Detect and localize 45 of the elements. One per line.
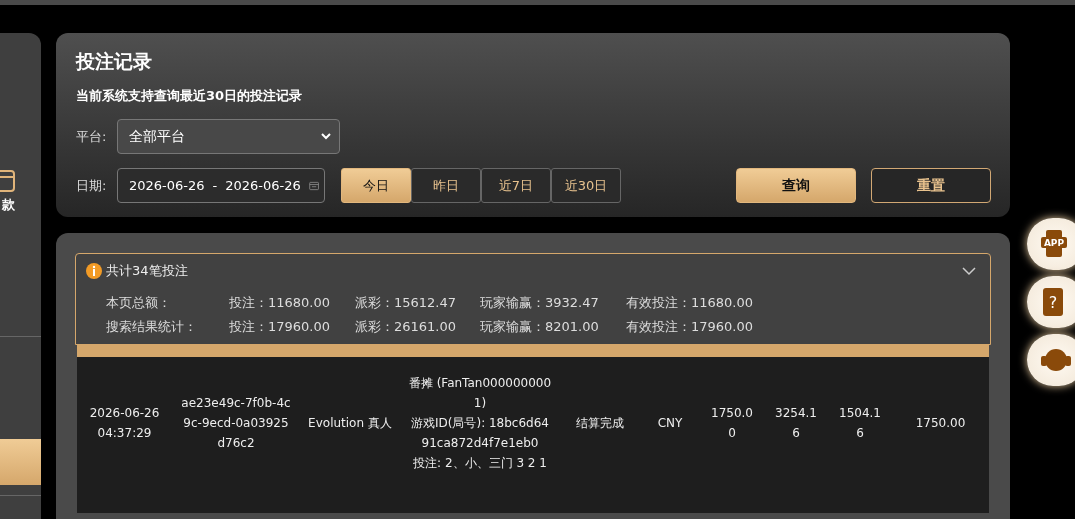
summary-value: 派彩：26161.00 (355, 318, 458, 336)
table-cell-text: 1504.16 (838, 405, 882, 442)
page-subtitle: 当前系统支持查询最近30日的投注记录 (76, 87, 304, 105)
summary-title: 共计34笔投注 (106, 262, 189, 280)
platform-select[interactable]: 全部平台 (117, 119, 340, 154)
floating-button[interactable]: ? (1027, 276, 1075, 328)
calendar-icon (308, 179, 319, 192)
table-cell-text: 投注: 2、小、三门 3 2 1 (412, 455, 548, 472)
reset-button[interactable]: 重置 (871, 168, 991, 203)
table-cell-text: 2026-06-26 04:37:29 (88, 405, 161, 442)
chevron-down-icon (321, 133, 331, 140)
info-icon (86, 263, 102, 279)
table-cell-text: 结算完成 (575, 415, 625, 432)
table-cell-text: CNY (656, 415, 684, 432)
help-book-icon: ? (1041, 288, 1065, 316)
summary-value: 派彩：15612.47 (355, 294, 458, 312)
table-cell-text: 1750.00 (710, 405, 754, 442)
date-range-tab[interactable]: 昨日 (411, 168, 481, 203)
table-cell-text: 番摊 (FanTan0000000001) (407, 375, 553, 412)
summary-value: 有效投注：11680.00 (626, 294, 755, 312)
date-label: 日期: (76, 176, 108, 195)
summary-value: 玩家输赢：8201.00 (480, 318, 600, 336)
summary-label: 本页总额： (106, 294, 172, 312)
sidebar-label[interactable]: 款 (2, 196, 15, 214)
table-cell-text: 游戏ID(局号): 18bc6d6491ca872d4f7e1eb0 (410, 415, 550, 452)
page-title: 投注记录 (76, 49, 153, 74)
card-icon (0, 170, 16, 192)
date-range-tab[interactable]: 近7日 (481, 168, 551, 203)
query-button[interactable]: 查询 (736, 168, 856, 203)
summary-value: 投注：17960.00 (229, 318, 332, 336)
summary-label: 搜索结果统计： (106, 318, 198, 336)
platform-label: 平台: (76, 127, 108, 146)
floating-button[interactable]: APP (1027, 218, 1075, 270)
floating-button[interactable] (1027, 334, 1075, 386)
date-range-field[interactable]: 2026-06-26 - 2026-06-26 (117, 168, 325, 203)
chevron-down-icon[interactable] (962, 266, 976, 276)
table-cell-text: 3254.16 (774, 405, 818, 442)
summary-value: 投注：11680.00 (229, 294, 332, 312)
table-cell-text: Evolution 真人 (307, 415, 393, 432)
summary-value: 玩家输赢：3932.47 (480, 294, 600, 312)
table-cell-text: ae23e49c-7f0b-4c9c-9ecd-0a03925d76c2 (180, 395, 292, 452)
date-range-tab[interactable]: 今日 (341, 168, 411, 203)
summary-value: 有效投注：17960.00 (626, 318, 755, 336)
date-range-tab[interactable]: 近30日 (551, 168, 621, 203)
table-cell-text: 1750.00 (914, 415, 967, 432)
